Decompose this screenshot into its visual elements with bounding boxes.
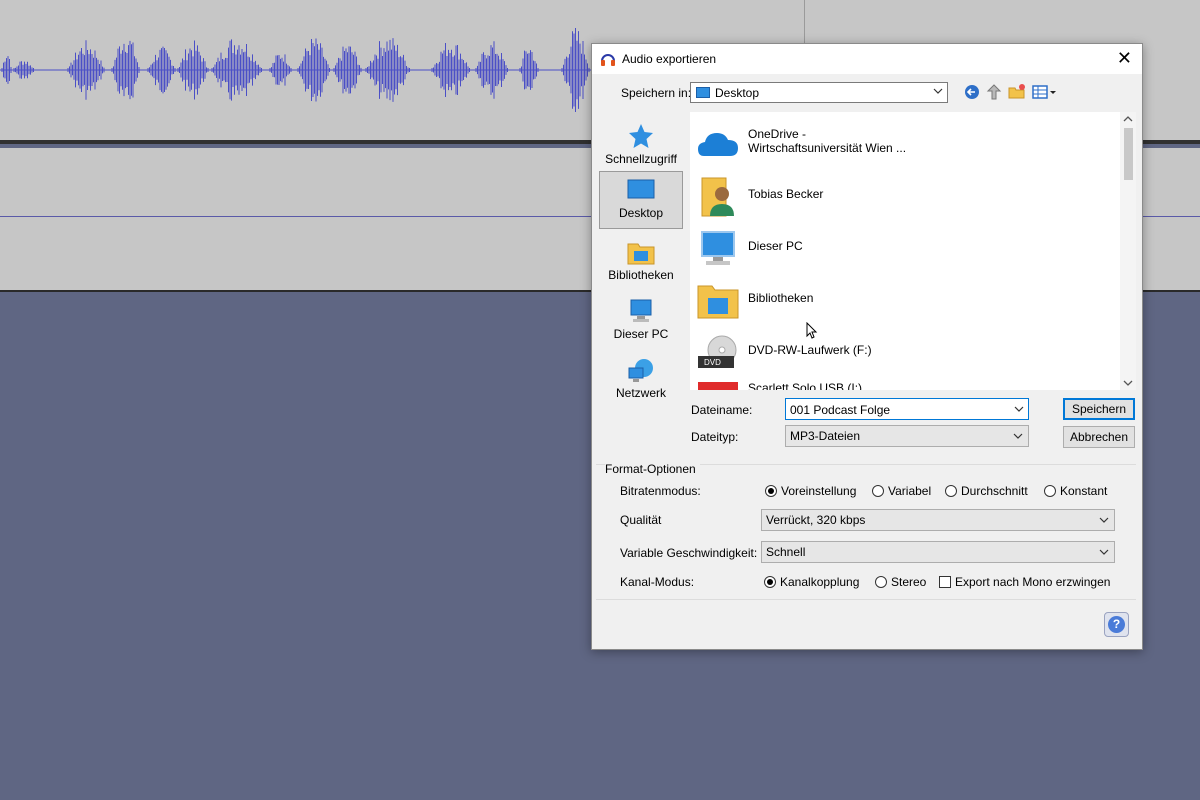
dvd-drive-icon: DVD [698, 335, 737, 368]
radio-preset-label[interactable]: Voreinstellung [781, 484, 856, 498]
file-name: DVD-RW-Laufwerk (F:) [748, 343, 872, 357]
place-libraries[interactable]: Bibliotheken [599, 234, 683, 290]
place-label: Bibliotheken [608, 268, 674, 282]
radio-stereo[interactable] [875, 576, 887, 588]
chevron-down-icon [1099, 549, 1109, 555]
save-in-label: Speichern in: [621, 86, 692, 100]
file-name: Dieser PC [748, 239, 803, 253]
radio-stereo-label[interactable]: Stereo [891, 575, 926, 589]
list-item[interactable]: OneDrive - Wirtschaftsuniversität Wien .… [690, 118, 1120, 168]
chevron-down-icon[interactable] [1014, 404, 1024, 414]
mouse-cursor-icon [806, 322, 818, 339]
file-name: Bibliotheken [748, 291, 814, 305]
dialog-title: Audio exportieren [622, 52, 717, 66]
help-icon: ? [1108, 616, 1125, 633]
user-folder-icon [701, 177, 734, 217]
place-label: Dieser PC [613, 327, 669, 341]
desktop-icon [627, 179, 655, 199]
dialog-titlebar[interactable]: Audio exportieren ✕ [592, 44, 1142, 74]
folder-icon [697, 285, 739, 319]
file-name: OneDrive - [748, 127, 807, 141]
chevron-up-icon[interactable] [1123, 114, 1133, 124]
radio-average-label[interactable]: Durchschnitt [961, 484, 1028, 498]
places-bar: Schnellzugriff Desktop Bibliotheken Dies… [596, 112, 688, 412]
export-audio-dialog: Audio exportieren ✕ Speichern in: Deskto… [591, 43, 1143, 650]
chevron-down-icon [933, 88, 943, 94]
onedrive-cloud-icon [698, 133, 738, 156]
help-button[interactable]: ? [1104, 612, 1129, 637]
channel-mode-label: Kanal-Modus: [620, 575, 695, 589]
close-icon[interactable]: ✕ [1117, 48, 1132, 69]
file-name: Scarlett Solo USB (I:) [748, 381, 863, 390]
radio-variable-label[interactable]: Variabel [888, 484, 931, 498]
usb-drive-icon [698, 382, 738, 390]
headphones-icon [601, 54, 615, 66]
radio-variable[interactable] [872, 485, 884, 497]
back-icon[interactable] [963, 83, 981, 101]
filename-input[interactable]: 001 Podcast Folge [785, 398, 1029, 420]
place-label: Schnellzugriff [605, 152, 677, 166]
library-icon [627, 243, 655, 265]
radio-preset[interactable] [765, 485, 777, 497]
chevron-down-icon [1013, 433, 1023, 439]
variable-speed-value: Schnell [766, 545, 806, 559]
chevron-down-icon [1099, 517, 1109, 523]
file-name: Tobias Becker [748, 187, 824, 201]
list-item[interactable]: DVD DVD-RW-Laufwerk (F:) [690, 326, 1120, 376]
filename-value: 001 Podcast Folge [790, 403, 891, 417]
new-folder-icon[interactable] [1008, 83, 1026, 101]
computer-icon [630, 299, 652, 322]
variable-speed-label: Variable Geschwindigkeit: [620, 546, 758, 560]
save-button[interactable]: Speichern [1063, 398, 1135, 420]
quality-label: Qualität [620, 513, 662, 527]
force-mono-checkbox[interactable] [939, 576, 951, 588]
place-quick-access[interactable]: Schnellzugriff [599, 118, 683, 174]
desktop-icon [696, 87, 710, 98]
up-folder-icon[interactable] [985, 83, 1003, 101]
svg-text:DVD: DVD [704, 358, 721, 367]
list-item[interactable]: Tobias Becker [690, 170, 1120, 220]
file-list[interactable]: OneDrive - Wirtschaftsuniversität Wien .… [690, 112, 1136, 390]
variable-speed-dropdown[interactable]: Schnell [761, 541, 1115, 563]
filename-label: Dateiname: [691, 403, 753, 417]
list-item[interactable]: Scarlett Solo USB (I:) [690, 374, 1120, 390]
network-icon [628, 359, 653, 382]
place-label: Netzwerk [615, 386, 666, 400]
list-item[interactable]: Bibliotheken [690, 274, 1120, 324]
scrollbar-thumb[interactable] [1124, 128, 1133, 180]
star-icon [629, 124, 653, 148]
radio-joint-stereo-label[interactable]: Kanalkopplung [780, 575, 859, 589]
file-name-line2: Wirtschaftsuniversität Wien ... [748, 141, 907, 155]
section-divider [596, 599, 1136, 600]
radio-constant-label[interactable]: Konstant [1060, 484, 1107, 498]
place-label: Desktop [618, 206, 664, 220]
cancel-button[interactable]: Abbrechen [1063, 426, 1135, 448]
waveform [0, 28, 600, 112]
radio-joint-stereo[interactable] [764, 576, 776, 588]
save-in-dropdown[interactable]: Desktop [690, 82, 948, 103]
chevron-down-icon[interactable] [1123, 378, 1133, 388]
place-this-pc[interactable]: Dieser PC [599, 293, 683, 349]
force-mono-label[interactable]: Export nach Mono erzwingen [955, 575, 1110, 589]
filetype-dropdown[interactable]: MP3-Dateien [785, 425, 1029, 447]
view-menu-icon[interactable] [1032, 83, 1058, 101]
place-network[interactable]: Netzwerk [599, 352, 683, 408]
save-in-value: Desktop [715, 86, 760, 100]
place-desktop[interactable]: Desktop [599, 171, 683, 229]
radio-average[interactable] [945, 485, 957, 497]
bitrate-mode-label: Bitratenmodus: [620, 484, 701, 498]
format-options-title: Format-Optionen [605, 462, 700, 476]
quality-dropdown[interactable]: Verrückt, 320 kbps [761, 509, 1115, 531]
vertical-scrollbar[interactable] [1120, 112, 1136, 390]
filetype-label: Dateityp: [691, 430, 739, 444]
filetype-value: MP3-Dateien [790, 429, 861, 443]
computer-icon [701, 231, 735, 265]
list-item[interactable]: Dieser PC [690, 222, 1120, 272]
quality-value: Verrückt, 320 kbps [766, 513, 866, 527]
radio-constant[interactable] [1044, 485, 1056, 497]
